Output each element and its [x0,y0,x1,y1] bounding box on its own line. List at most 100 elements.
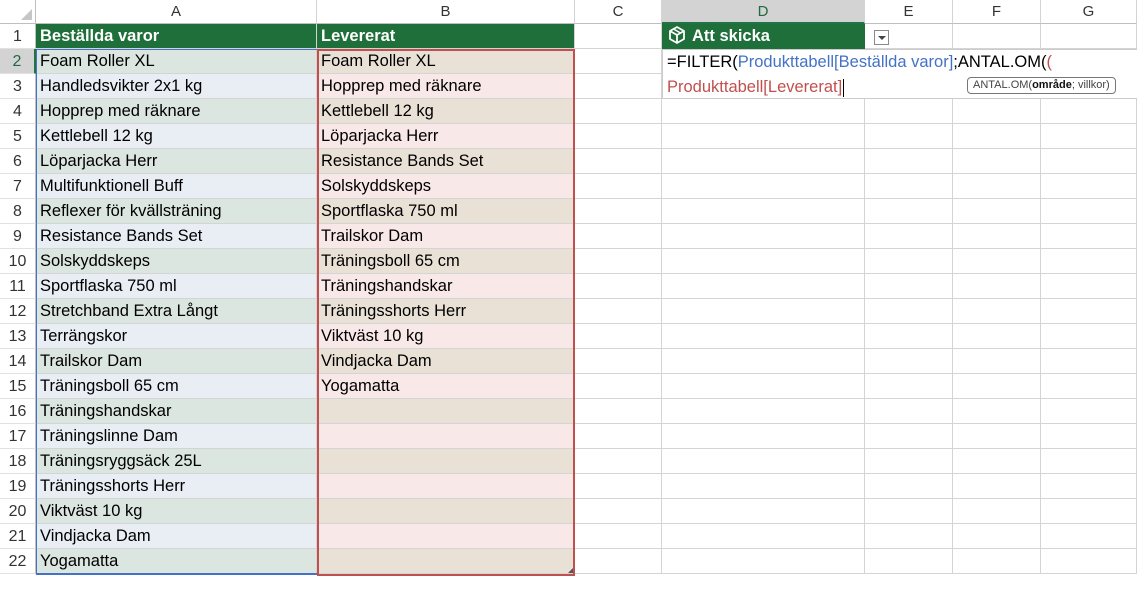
empty-cell[interactable] [1041,524,1137,549]
empty-cell[interactable] [1041,174,1137,199]
empty-cell[interactable] [662,99,865,124]
row-header-12[interactable]: 12 [0,299,36,324]
empty-cell[interactable] [575,549,662,574]
empty-cell[interactable] [575,374,662,399]
column-header-a[interactable]: A [36,0,317,24]
empty-cell[interactable] [1041,299,1137,324]
cell-bestallda-vara[interactable]: Foam Roller XL [36,49,317,74]
cell-levererat[interactable]: Löparjacka Herr [317,124,575,149]
empty-cell[interactable] [662,524,865,549]
empty-cell[interactable] [1041,274,1137,299]
empty-cell[interactable] [1041,99,1137,124]
row-header-6[interactable]: 6 [0,149,36,174]
empty-cell[interactable] [1041,224,1137,249]
cell-levererat[interactable] [317,399,575,424]
cell-bestallda-vara[interactable]: Yogamatta [36,549,317,574]
empty-cell[interactable] [865,524,953,549]
empty-cell[interactable] [953,174,1041,199]
cell-bestallda-vara[interactable]: Stretchband Extra Långt [36,299,317,324]
empty-cell[interactable] [953,549,1041,574]
cell-levererat[interactable] [317,499,575,524]
row-header-17[interactable]: 17 [0,424,36,449]
empty-cell[interactable] [662,249,865,274]
empty-cell[interactable] [865,374,953,399]
empty-cell[interactable] [865,99,953,124]
empty-cell[interactable] [1041,124,1137,149]
empty-cell[interactable] [953,449,1041,474]
cell-bestallda-vara[interactable]: Träningsryggsäck 25L [36,449,317,474]
row-header-11[interactable]: 11 [0,274,36,299]
att-skicka-header[interactable]: Att skicka [662,24,865,49]
empty-cell[interactable] [865,499,953,524]
row-header-8[interactable]: 8 [0,199,36,224]
cell-levererat[interactable]: Foam Roller XL [317,49,575,74]
empty-cell[interactable] [575,74,662,99]
empty-cell[interactable] [662,374,865,399]
row-header-20[interactable]: 20 [0,499,36,524]
cell-bestallda-vara[interactable]: Träningsboll 65 cm [36,374,317,399]
cell-bestallda-vara[interactable]: Träningsshorts Herr [36,474,317,499]
empty-cell[interactable] [575,299,662,324]
empty-cell[interactable] [953,349,1041,374]
empty-cell[interactable] [1041,199,1137,224]
cell-bestallda-vara[interactable]: Träningslinne Dam [36,424,317,449]
empty-cell[interactable] [575,274,662,299]
cell-levererat[interactable]: Resistance Bands Set [317,149,575,174]
formula-ref-bestallda[interactable]: Produkttabell[Beställda varor] [738,53,954,71]
cell-levererat[interactable]: Trailskor Dam [317,224,575,249]
row-header-18[interactable]: 18 [0,449,36,474]
empty-cell[interactable] [1041,449,1137,474]
empty-cell[interactable] [865,549,953,574]
empty-cell[interactable] [953,149,1041,174]
empty-cell[interactable] [1041,499,1137,524]
empty-cell[interactable] [953,399,1041,424]
empty-cell[interactable] [865,224,953,249]
empty-cell[interactable] [575,124,662,149]
row-header-21[interactable]: 21 [0,524,36,549]
empty-cell[interactable] [1041,424,1137,449]
cell-levererat[interactable]: Träningshandskar [317,274,575,299]
empty-cell[interactable] [662,349,865,374]
cell-levererat[interactable] [317,424,575,449]
empty-cell[interactable] [953,224,1041,249]
cell-bestallda-vara[interactable]: Solskyddskeps [36,249,317,274]
cell-levererat[interactable] [317,524,575,549]
cell-bestallda-vara[interactable]: Vindjacka Dam [36,524,317,549]
cell-bestallda-vara[interactable]: Träningshandskar [36,399,317,424]
row-header-10[interactable]: 10 [0,249,36,274]
empty-cell[interactable] [575,149,662,174]
empty-cell[interactable] [1041,374,1137,399]
column-header-c[interactable]: C [575,0,662,24]
cell-bestallda-vara[interactable]: Resistance Bands Set [36,224,317,249]
empty-cell[interactable] [865,124,953,149]
cell-bestallda-vara[interactable]: Viktväst 10 kg [36,499,317,524]
empty-cell[interactable] [865,274,953,299]
empty-cell[interactable] [575,399,662,424]
cell-bestallda-vara[interactable]: Löparjacka Herr [36,149,317,174]
empty-cell[interactable] [575,174,662,199]
cell-levererat[interactable]: Yogamatta [317,374,575,399]
empty-cell[interactable] [1041,474,1137,499]
cell-levererat[interactable]: Hopprep med räknare [317,74,575,99]
empty-cell[interactable] [662,299,865,324]
column-header-e[interactable]: E [865,0,953,24]
filter-dropdown-button-levererat[interactable] [874,30,889,45]
empty-cell[interactable] [662,124,865,149]
table-header-levererat[interactable]: Levererat [317,24,889,49]
cell-bestallda-vara[interactable]: Reflexer för kvällsträning [36,199,317,224]
tooltip-fn[interactable]: ANTAL.OM( [973,79,1032,91]
empty-cell[interactable] [953,524,1041,549]
empty-cell[interactable] [865,174,953,199]
row-header-9[interactable]: 9 [0,224,36,249]
empty-cell[interactable] [1041,399,1137,424]
empty-cell[interactable] [575,524,662,549]
empty-cell[interactable] [662,474,865,499]
empty-cell[interactable] [865,199,953,224]
cell-bestallda-vara[interactable]: Kettlebell 12 kg [36,124,317,149]
empty-cell[interactable] [953,124,1041,149]
empty-cell[interactable] [953,24,1041,49]
select-all-corner[interactable] [0,0,36,24]
empty-cell[interactable] [575,24,662,49]
cell-bestallda-vara[interactable]: Hopprep med räknare [36,99,317,124]
empty-cell[interactable] [662,324,865,349]
